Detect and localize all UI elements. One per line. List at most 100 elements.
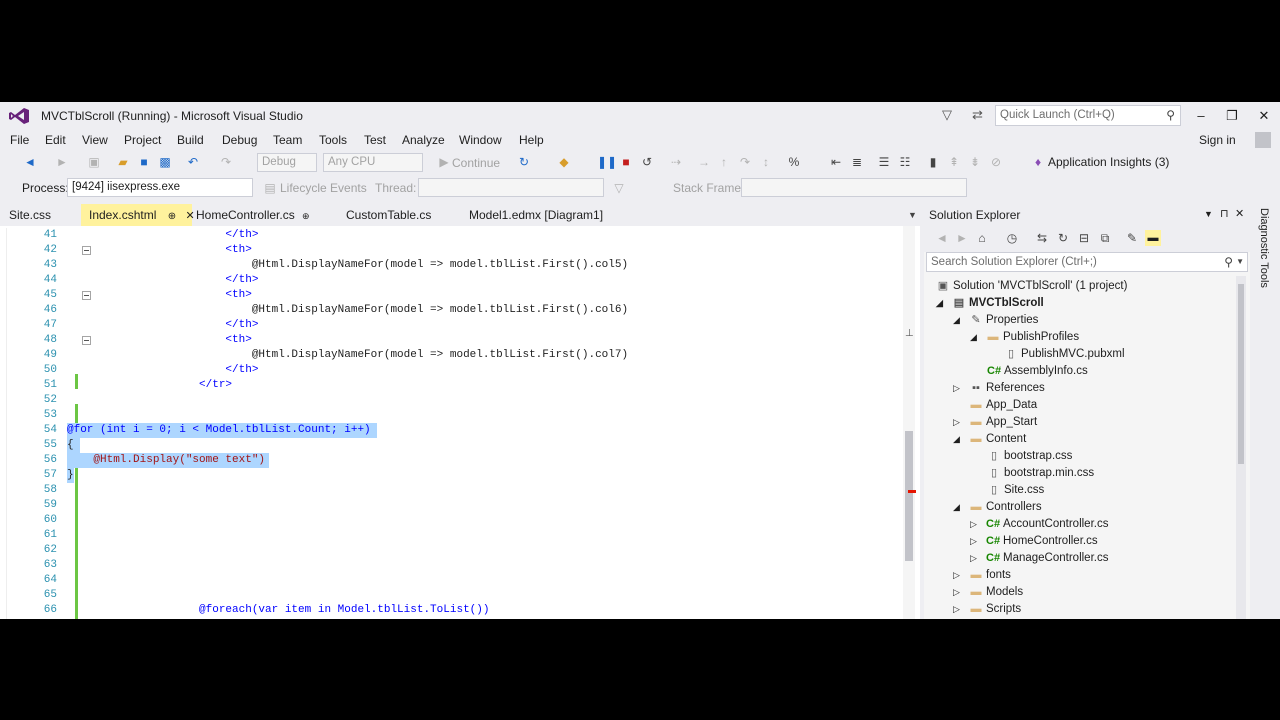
split-editor-icon[interactable]: ⊥ bbox=[905, 328, 914, 339]
tree-item-assemblyinfo[interactable]: C# AssemblyInfo.cs bbox=[987, 363, 1088, 380]
tree-item-solution[interactable]: ▣ Solution 'MVCTblScroll' (1 project) bbox=[936, 278, 1128, 295]
expand-arrow-icon[interactable]: ▷ bbox=[970, 516, 980, 533]
window-position-dropdown-icon[interactable]: ▼ bbox=[1204, 209, 1213, 219]
expand-arrow-icon[interactable]: ▷ bbox=[953, 584, 963, 601]
app-insights-button[interactable]: Application Insights (3) bbox=[1048, 155, 1169, 169]
menu-debug[interactable]: Debug bbox=[222, 131, 257, 149]
properties-icon[interactable]: ✎ bbox=[1124, 230, 1140, 246]
pending-changes-filter-icon[interactable]: ◷ bbox=[1004, 230, 1020, 246]
minimize-button[interactable]: – bbox=[1191, 106, 1211, 126]
expand-arrow-icon[interactable]: ▷ bbox=[953, 601, 963, 618]
uncomment-icon[interactable]: ☷ bbox=[897, 154, 913, 170]
show-all-files-icon[interactable]: ⧉ bbox=[1097, 230, 1113, 246]
tree-item-homecontroller[interactable]: ▷ C# HomeController.cs bbox=[970, 533, 1098, 550]
pin-icon[interactable]: ⊕ bbox=[302, 211, 310, 221]
app-insights-icon[interactable]: ♦ bbox=[1030, 154, 1046, 170]
tree-item-bootstrap-min-css[interactable]: ▯ bootstrap.min.css bbox=[987, 465, 1094, 482]
menu-window[interactable]: Window bbox=[459, 131, 502, 149]
preview-selected-items-icon[interactable]: ▬ bbox=[1145, 230, 1161, 246]
tab-model1-edmx[interactable]: Model1.edmx [Diagram1] bbox=[461, 204, 611, 226]
tree-item-controllers[interactable]: ◢ ▬ Controllers bbox=[953, 499, 1042, 516]
expand-arrow-icon[interactable]: ▷ bbox=[953, 414, 963, 431]
tree-item-publishprofiles[interactable]: ◢ ▬ PublishProfiles bbox=[970, 329, 1079, 346]
solution-platform-select[interactable]: Any CPU bbox=[323, 153, 423, 172]
menu-help[interactable]: Help bbox=[519, 131, 544, 149]
undo-icon[interactable]: ↶ bbox=[185, 154, 201, 170]
hex-display-icon[interactable]: % bbox=[786, 154, 802, 170]
menu-build[interactable]: Build bbox=[177, 131, 204, 149]
tree-item-content[interactable]: ◢ ▬ Content bbox=[953, 431, 1026, 448]
lifecycle-events-button[interactable]: Lifecycle Events bbox=[280, 181, 367, 195]
process-select[interactable]: [9424] iisexpress.exe bbox=[67, 178, 253, 197]
open-file-icon[interactable]: ▰ bbox=[115, 154, 131, 170]
menu-view[interactable]: View bbox=[82, 131, 108, 149]
tab-customtable-cs[interactable]: CustomTable.cs bbox=[338, 204, 439, 226]
tree-item-references[interactable]: ▷ ▪▪ References bbox=[953, 380, 1045, 397]
scrollbar-thumb[interactable] bbox=[905, 431, 913, 561]
expand-arrow-icon[interactable]: ▷ bbox=[970, 533, 980, 550]
step-over-icon[interactable]: ↑ bbox=[716, 154, 732, 170]
tab-overflow-icon[interactable]: ▼ bbox=[908, 210, 917, 220]
close-button[interactable]: ✕ bbox=[1254, 106, 1274, 126]
format-document-icon[interactable]: ≣ bbox=[849, 154, 865, 170]
new-project-icon[interactable]: ▣ bbox=[86, 154, 102, 170]
tree-item-properties[interactable]: ◢ ✎ Properties bbox=[953, 312, 1038, 329]
tree-item-site-css[interactable]: ▯ Site.css bbox=[987, 482, 1044, 499]
tree-item-scripts[interactable]: ▷ ▬ Scripts bbox=[953, 601, 1021, 618]
editor-text-area[interactable]: 41 </th> 42 <th> 43 @Html.DisplayNameFor… bbox=[6, 228, 901, 619]
collapse-arrow-icon[interactable]: ◢ bbox=[953, 499, 963, 516]
feedback-filter-icon[interactable]: ▽ bbox=[942, 107, 952, 123]
collapse-arrow-icon[interactable]: ◢ bbox=[953, 431, 963, 448]
close-panel-icon[interactable]: ✕ bbox=[1235, 207, 1244, 220]
tab-index-cshtml[interactable]: Index.cshtml ⊕ ✕ bbox=[81, 204, 195, 226]
next-bookmark-icon[interactable]: ⇟ bbox=[967, 154, 983, 170]
show-next-statement-icon[interactable]: ⇢ bbox=[668, 154, 684, 170]
code-editor[interactable]: 41 </th> 42 <th> 43 @Html.DisplayNameFor… bbox=[0, 226, 920, 619]
collapse-all-icon[interactable]: ⊟ bbox=[1076, 230, 1092, 246]
sign-in-link[interactable]: Sign in bbox=[1199, 131, 1236, 149]
stop-icon[interactable]: ■ bbox=[618, 154, 634, 170]
tree-item-bootstrap-css[interactable]: ▯ bootstrap.css bbox=[987, 448, 1072, 465]
tree-item-managecontroller[interactable]: ▷ C# ManageController.cs bbox=[970, 550, 1108, 567]
tree-item-publishmvc[interactable]: ▯ PublishMVC.pubxml bbox=[1004, 346, 1125, 363]
home-icon[interactable]: ⌂ bbox=[974, 230, 990, 246]
tree-item-models[interactable]: ▷ ▬ Models bbox=[953, 584, 1023, 601]
prev-bookmark-icon[interactable]: ⇞ bbox=[946, 154, 962, 170]
browser-link-icon[interactable]: ◆ bbox=[556, 154, 572, 170]
expand-arrow-icon[interactable]: ▷ bbox=[953, 380, 963, 397]
tree-item-app-data[interactable]: ▬ App_Data bbox=[969, 397, 1038, 414]
menu-analyze[interactable]: Analyze bbox=[402, 131, 445, 149]
tab-site-css[interactable]: Site.css bbox=[1, 204, 59, 226]
maximize-button[interactable]: ❐ bbox=[1222, 106, 1242, 126]
threads-icon[interactable]: ⇤ bbox=[828, 154, 844, 170]
sync-with-document-icon[interactable]: ⇆ bbox=[1034, 230, 1050, 246]
step-back-icon[interactable]: ↕ bbox=[758, 154, 774, 170]
tree-item-fonts[interactable]: ▷ ▬ fonts bbox=[953, 567, 1011, 584]
step-into-icon[interactable]: → bbox=[696, 154, 712, 170]
pin-icon[interactable]: ⊓ bbox=[1220, 207, 1229, 220]
notifications-icon[interactable]: ⇄ bbox=[972, 107, 983, 123]
expand-arrow-icon[interactable]: ▷ bbox=[953, 567, 963, 584]
solution-configuration-select[interactable]: Debug bbox=[257, 153, 317, 172]
tree-scrollbar-thumb[interactable] bbox=[1238, 284, 1244, 464]
diagnostic-tools-side-tab[interactable]: Diagnostic Tools bbox=[1254, 204, 1280, 619]
pause-icon[interactable]: ❚❚ bbox=[597, 154, 617, 170]
menu-project[interactable]: Project bbox=[124, 131, 161, 149]
menu-edit[interactable]: Edit bbox=[45, 131, 66, 149]
quick-launch-input[interactable]: Quick Launch (Ctrl+Q) ⚲ bbox=[995, 105, 1181, 126]
step-out-icon[interactable]: ↷ bbox=[737, 154, 753, 170]
tab-homecontroller-cs[interactable]: HomeController.cs ⊕ bbox=[188, 204, 318, 226]
refresh-icon[interactable]: ↻ bbox=[516, 154, 532, 170]
redo-icon[interactable]: ↷ bbox=[218, 154, 234, 170]
tree-item-app-start[interactable]: ▷ ▬ App_Start bbox=[953, 414, 1037, 431]
forward-icon[interactable]: ► bbox=[954, 230, 970, 246]
tree-item-project[interactable]: ◢ ▤ MVCTblScroll bbox=[936, 295, 1044, 312]
pin-icon[interactable]: ⊕ bbox=[168, 211, 176, 222]
navigate-back-icon[interactable]: ◄ bbox=[22, 154, 38, 170]
menu-tools[interactable]: Tools bbox=[319, 131, 347, 149]
collapse-arrow-icon[interactable]: ◢ bbox=[953, 312, 963, 329]
clear-bookmarks-icon[interactable]: ⊘ bbox=[988, 154, 1004, 170]
bookmark-icon[interactable]: ▮ bbox=[925, 154, 941, 170]
menu-team[interactable]: Team bbox=[273, 131, 302, 149]
play-icon[interactable]: ▶ bbox=[436, 154, 452, 170]
